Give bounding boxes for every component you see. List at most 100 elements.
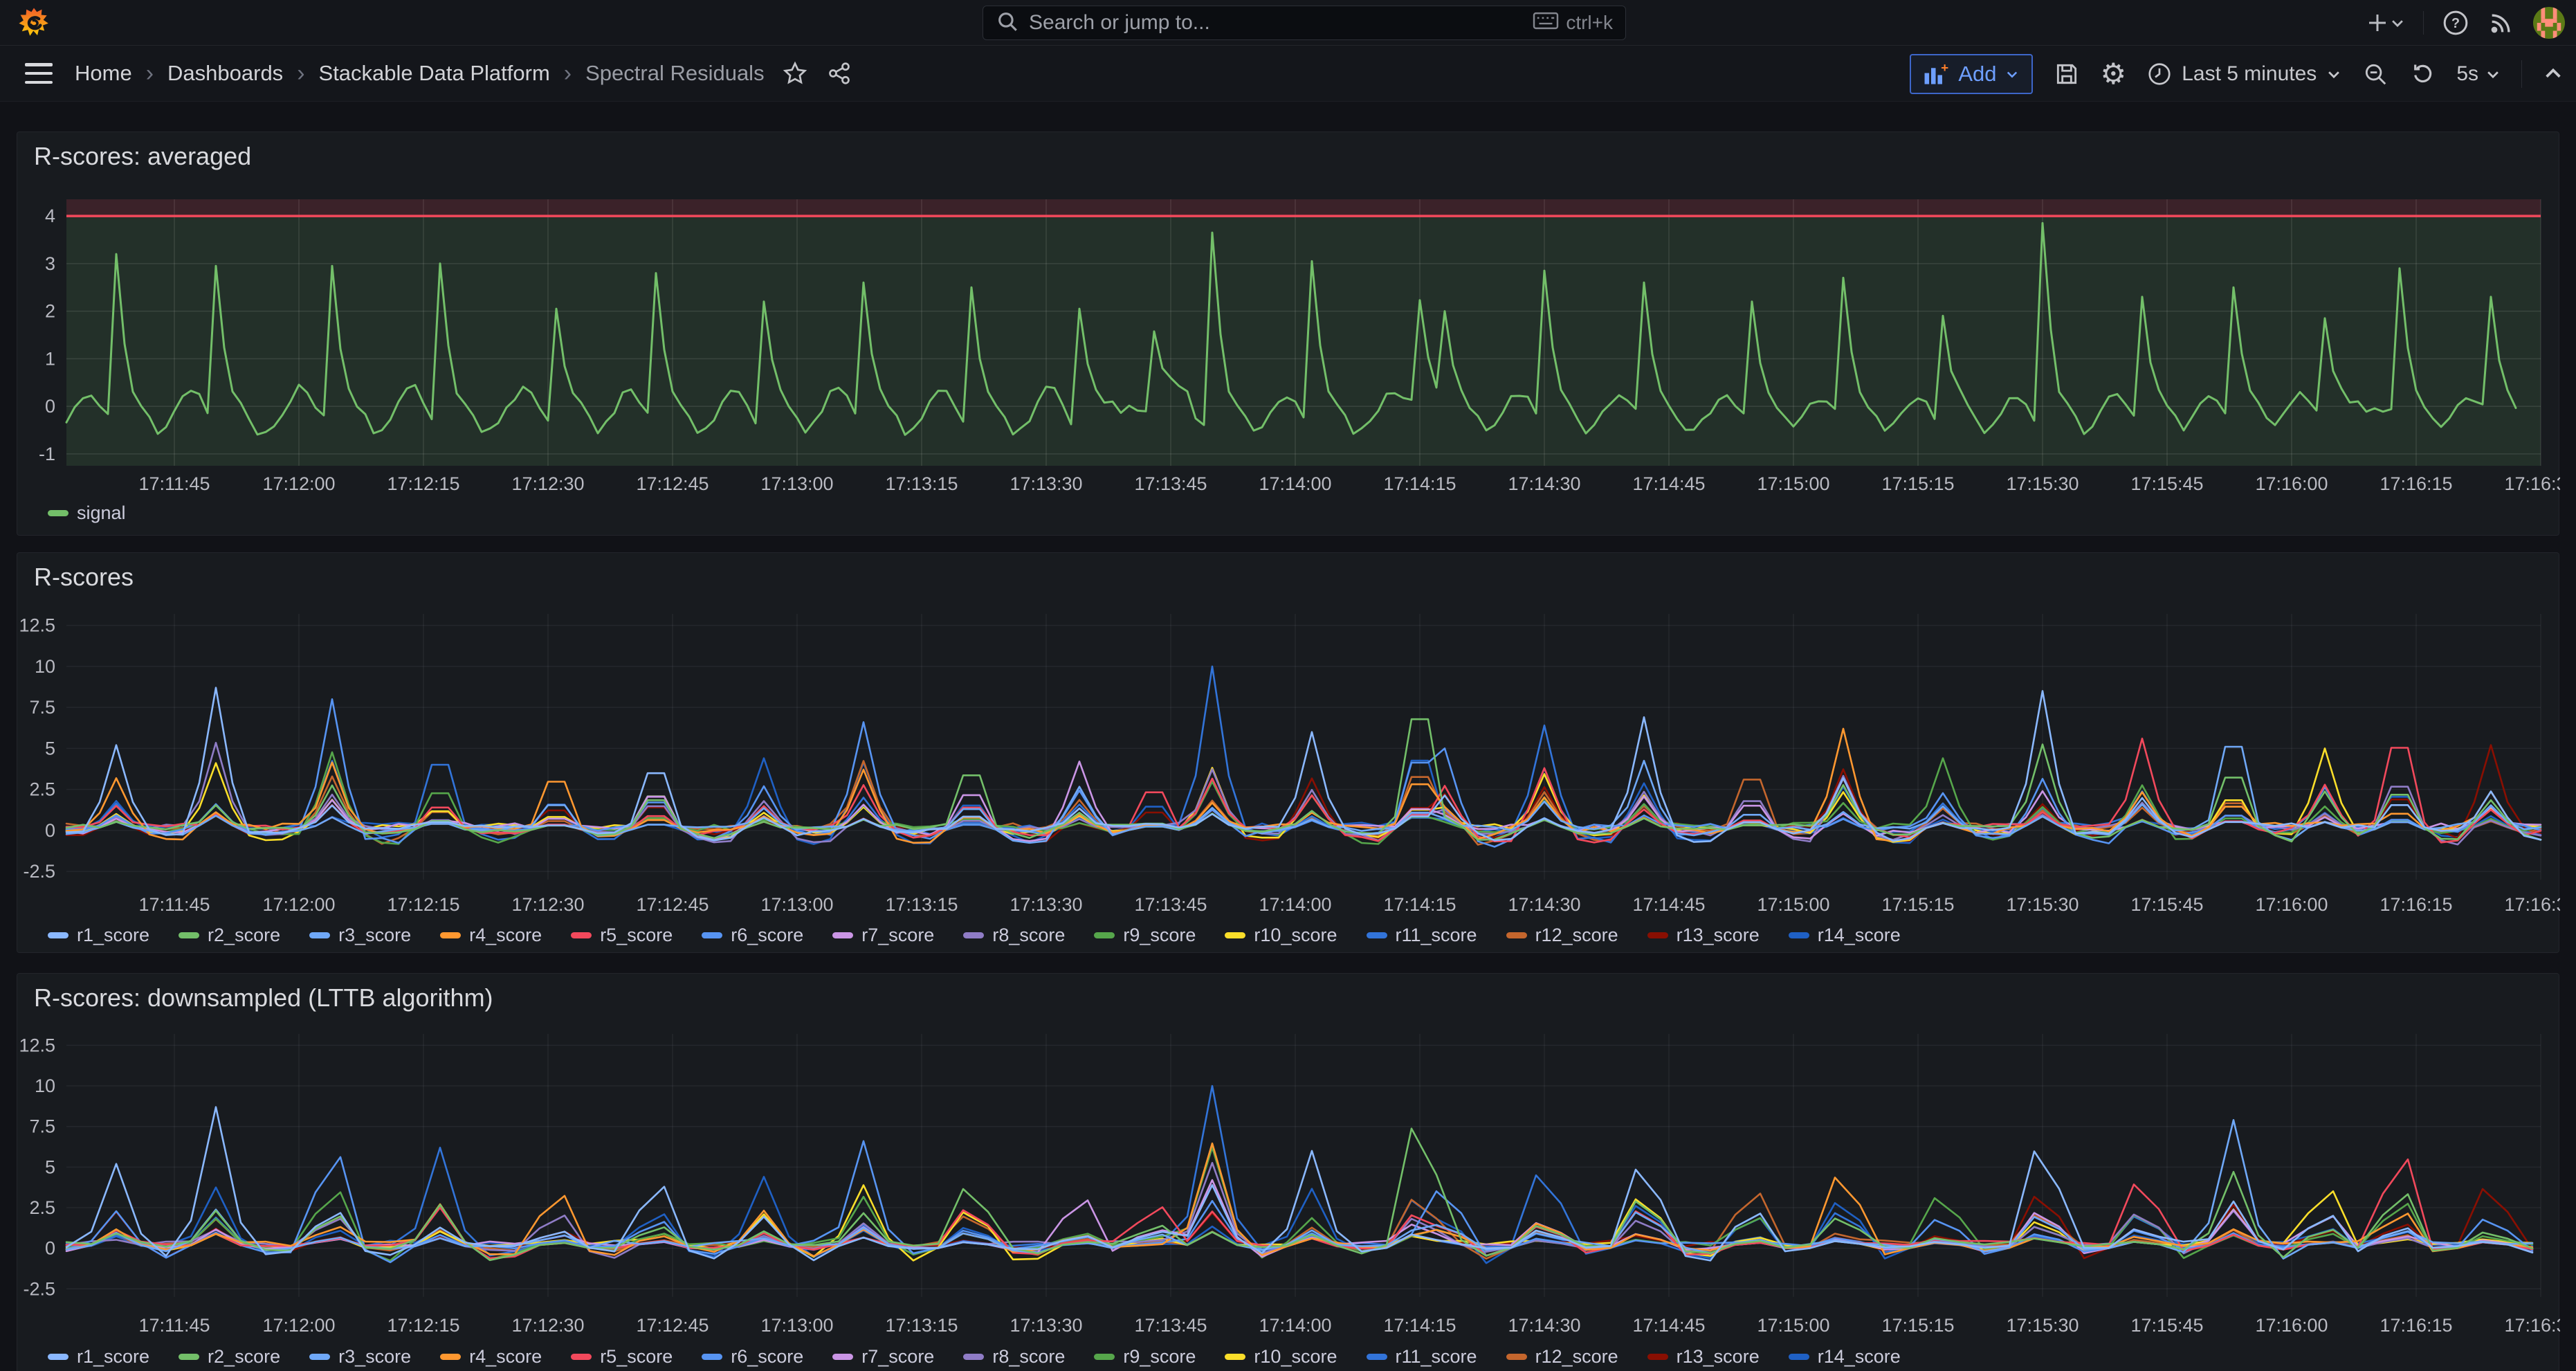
svg-text:17:16:15: 17:16:15 [2379, 894, 2452, 915]
new-button[interactable] [2365, 10, 2405, 35]
legend-series-label: r12_score [1535, 1346, 1618, 1368]
legend-item[interactable]: r2_score [179, 925, 280, 946]
legend-series-label: r9_score [1123, 925, 1196, 946]
svg-text:4: 4 [45, 206, 55, 226]
panel-title[interactable]: R-scores: averaged [34, 142, 251, 171]
legend-item[interactable]: r6_score [702, 925, 803, 946]
settings-button[interactable]: ⚙ [2101, 60, 2127, 89]
save-button[interactable] [2054, 61, 2080, 87]
legend-series-label: r10_score [1254, 1346, 1337, 1368]
legend-series-label: r4_score [469, 925, 542, 946]
svg-text:17:14:45: 17:14:45 [1632, 894, 1705, 915]
svg-text:-2.5: -2.5 [23, 861, 55, 882]
svg-text:3: 3 [45, 253, 55, 274]
legend-series-label: r11_score [1396, 925, 1477, 946]
chevron-up-icon [2543, 64, 2564, 84]
legend-series-swatch [48, 1354, 68, 1360]
legend-item[interactable]: r3_score [309, 925, 411, 946]
legend-series-label: r1_score [77, 925, 149, 946]
share-button[interactable] [827, 61, 852, 86]
legend-item[interactable]: r4_score [440, 1346, 542, 1368]
legend-item[interactable]: r1_score [48, 1346, 149, 1368]
chart-area: 43210-117:11:4517:12:0017:12:1517:12:301… [17, 132, 2559, 535]
breadcrumb-dashboards[interactable]: Dashboards [167, 61, 283, 86]
legend-item[interactable]: r13_score [1647, 925, 1760, 946]
svg-text:10: 10 [35, 656, 55, 677]
legend-item[interactable]: r12_score [1506, 925, 1618, 946]
svg-text:5: 5 [45, 738, 55, 759]
legend-series-swatch [1225, 1354, 1245, 1360]
svg-text:17:12:00: 17:12:00 [262, 473, 335, 494]
legend-item[interactable]: r5_score [571, 925, 673, 946]
search-shortcut: ctrl+k [1533, 10, 1613, 36]
legend-item[interactable]: r13_score [1647, 1346, 1760, 1368]
global-search[interactable]: ctrl+k [983, 6, 1626, 40]
chevron-down-icon [2390, 15, 2405, 30]
avatar[interactable] [2533, 7, 2565, 39]
chevron-down-icon [2326, 66, 2341, 82]
svg-text:17:12:30: 17:12:30 [511, 1315, 584, 1336]
legend-series-label: r10_score [1254, 925, 1337, 946]
svg-text:12.5: 12.5 [19, 1035, 55, 1055]
legend-item[interactable]: r8_score [963, 925, 1065, 946]
refresh-icon [2409, 61, 2436, 87]
legend-series-label: r6_score [731, 925, 803, 946]
breadcrumb-folder[interactable]: Stackable Data Platform [319, 61, 550, 86]
zoom-out-button[interactable] [2362, 61, 2388, 87]
news-button[interactable] [2487, 9, 2515, 37]
legend-item[interactable]: r4_score [440, 925, 542, 946]
legend-series-swatch [1647, 1354, 1668, 1360]
legend-series-swatch [702, 932, 722, 938]
help-button[interactable]: ? [2442, 9, 2469, 37]
legend-item[interactable]: r6_score [702, 1346, 803, 1368]
add-button[interactable]: + Add [1910, 54, 2032, 94]
refresh-button[interactable] [2409, 61, 2436, 87]
svg-text:17:13:30: 17:13:30 [1010, 1315, 1082, 1336]
menu-icon[interactable] [25, 63, 53, 84]
legend-series-swatch [1506, 932, 1527, 938]
legend-series-swatch [1225, 932, 1245, 938]
legend-item[interactable]: r14_score [1789, 1346, 1901, 1368]
search-input[interactable] [1029, 11, 1533, 35]
collapse-toolbar-button[interactable] [2543, 64, 2564, 84]
breadcrumb-separator: › [146, 60, 154, 87]
svg-text:17:13:00: 17:13:00 [760, 894, 833, 915]
svg-text:0: 0 [45, 396, 55, 417]
legend-item[interactable]: r10_score [1225, 1346, 1337, 1368]
legend-item[interactable]: r10_score [1225, 925, 1337, 946]
legend-item[interactable]: signal [48, 502, 126, 524]
legend-item[interactable]: r3_score [309, 1346, 411, 1368]
breadcrumb-home[interactable]: Home [75, 61, 132, 86]
legend-item[interactable]: r7_score [832, 925, 934, 946]
svg-text:17:14:15: 17:14:15 [1383, 1315, 1456, 1336]
legend-item[interactable]: r2_score [179, 1346, 280, 1368]
legend-item[interactable]: r7_score [832, 1346, 934, 1368]
breadcrumb-current: Spectral Residuals [585, 61, 764, 86]
chevron-down-icon [2005, 67, 2019, 81]
chevron-down-icon [2485, 66, 2501, 82]
breadcrumb-separator: › [564, 60, 572, 87]
refresh-interval-picker[interactable]: 5s [2456, 62, 2501, 86]
legend-item[interactable]: r9_score [1094, 925, 1196, 946]
legend-item[interactable]: r14_score [1789, 925, 1901, 946]
time-range-picker[interactable]: Last 5 minutes [2147, 62, 2341, 87]
legend-item[interactable]: r11_score [1367, 925, 1477, 946]
panel-title[interactable]: R-scores: downsampled (LTTB algorithm) [34, 983, 493, 1013]
legend-item[interactable]: r5_score [571, 1346, 673, 1368]
legend-item[interactable]: r9_score [1094, 1346, 1196, 1368]
favorite-button[interactable] [783, 61, 807, 86]
legend-series-swatch [179, 1354, 199, 1360]
panel-title[interactable]: R-scores [34, 563, 134, 592]
legend-series-label: r11_score [1396, 1346, 1477, 1368]
svg-text:17:13:00: 17:13:00 [760, 473, 833, 494]
legend-item[interactable]: r12_score [1506, 1346, 1618, 1368]
legend-item[interactable]: r8_score [963, 1346, 1065, 1368]
legend-item[interactable]: r11_score [1367, 1346, 1477, 1368]
svg-text:17:14:00: 17:14:00 [1259, 1315, 1331, 1336]
legend-item[interactable]: r1_score [48, 925, 149, 946]
svg-text:17:13:45: 17:13:45 [1134, 473, 1207, 494]
grafana-logo-icon[interactable] [18, 7, 50, 39]
svg-text:17:13:30: 17:13:30 [1010, 894, 1082, 915]
legend-series-label: r9_score [1123, 1346, 1196, 1368]
svg-text:17:14:00: 17:14:00 [1259, 473, 1331, 494]
